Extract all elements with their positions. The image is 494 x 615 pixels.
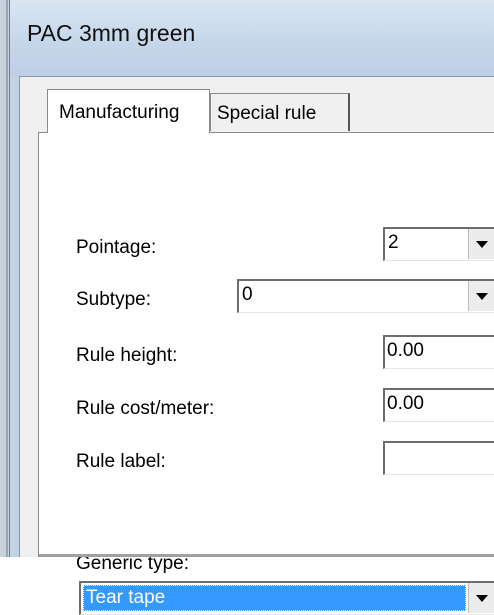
dialog-client-area: Special rule Manufacturing Pointage: 2 S… (19, 76, 494, 615)
generic-type-value: Tear tape (83, 585, 466, 611)
rule-cost-label: Rule cost/meter: (76, 398, 215, 419)
generic-type-dropdown-button[interactable] (468, 583, 494, 613)
tab-special-rule[interactable]: Special rule (210, 93, 350, 131)
rule-label-input[interactable] (383, 441, 494, 475)
generic-type-select[interactable]: Tear tape (79, 581, 494, 615)
tab-panel-manufacturing: Pointage: 2 Subtype: 0 Rule height: 0.00… (38, 132, 494, 615)
rule-height-input[interactable]: 0.00 (383, 335, 494, 369)
subtype-value: 0 (242, 284, 253, 305)
tab-label: Manufacturing (59, 102, 180, 123)
window-title: PAC 3mm green (27, 20, 196, 46)
subtype-label: Subtype: (76, 289, 151, 310)
pointage-value: 2 (388, 232, 399, 253)
chevron-down-icon (476, 595, 488, 602)
title-bar[interactable]: PAC 3mm green (10, 0, 494, 76)
subtype-select[interactable]: 0 (237, 279, 494, 313)
dialog-window: PAC 3mm green Special rule Manufacturing… (9, 0, 494, 615)
pointage-label: Pointage: (76, 237, 157, 258)
background-window-edge (0, 0, 9, 557)
tab-label: Special rule (217, 103, 317, 124)
rule-label-label: Rule label: (76, 451, 166, 472)
rule-cost-input[interactable]: 0.00 (383, 388, 494, 422)
rule-height-label: Rule height: (76, 345, 178, 366)
tab-manufacturing[interactable]: Manufacturing (47, 89, 210, 133)
pointage-dropdown-button[interactable] (468, 229, 494, 259)
chevron-down-icon (476, 293, 488, 300)
chevron-down-icon (476, 241, 488, 248)
background-window-shade (6, 0, 8, 557)
subtype-dropdown-button[interactable] (468, 281, 494, 311)
pointage-select[interactable]: 2 (383, 227, 494, 261)
